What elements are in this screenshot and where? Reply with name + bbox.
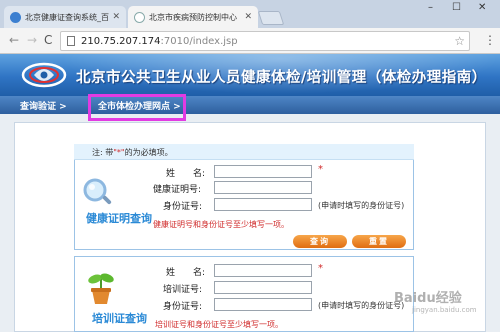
baidu-watermark: Baidu经验 [394, 291, 462, 306]
page-favicon-icon [134, 11, 145, 23]
training-query-title: 培训证查询 [92, 312, 147, 325]
url-path: :7010/index.jsp [160, 35, 238, 47]
site-navbar: 查询验证 > 全市体检办理网点 > [0, 96, 500, 114]
training-id-input[interactable] [214, 298, 312, 311]
browser-toolbar: ← → C 210.75.207.174:7010/index.jsp ☆ ⋮ [0, 28, 500, 54]
training-id-label: 身份证号: [163, 302, 203, 312]
name-label: 姓 名: [166, 169, 206, 179]
note-mark: "*" [113, 148, 125, 157]
tab-cdc[interactable]: 北京市疾病预防控制中心 ✕ [128, 6, 258, 28]
tab-close-icon[interactable]: ✕ [244, 12, 252, 22]
bookmark-star-icon[interactable]: ☆ [454, 34, 465, 48]
training-name-label: 姓 名: [166, 268, 206, 278]
health-query-title: 健康证明查询 [86, 212, 152, 225]
training-cert-label: 培训证号: [163, 285, 203, 295]
training-query-warning: 培训证号和身份证号至少填写一项。 [155, 320, 283, 329]
id-number-hint: (申请时填写的身份证号) [318, 201, 405, 210]
sprout-pot-icon [88, 273, 114, 304]
annotation-highlight-box [88, 94, 186, 121]
name-input[interactable] [214, 165, 312, 178]
cdc-logo-icon [21, 62, 67, 88]
site-title: 北京市公共卫生从业人员健康体检/培训管理（体检办理指南） [76, 69, 487, 86]
note-prefix: 注: 带 [92, 148, 114, 157]
query-button[interactable]: 查询 [293, 235, 347, 248]
health-cert-label: 健康证明号: [153, 185, 202, 195]
browser-titlebar: 北京健康证查询系统_百度 ✕ 北京市疾病预防控制中心 ✕ – ☐ ✕ [0, 0, 500, 28]
baidu-favicon-icon [10, 11, 21, 23]
minimize-icon[interactable]: – [428, 2, 433, 13]
page-info-icon[interactable] [67, 36, 75, 46]
maximize-icon[interactable]: ☐ [452, 2, 461, 13]
training-id-hint: (申请时填写的身份证号) [318, 301, 405, 310]
health-cert-input[interactable] [214, 181, 312, 194]
health-query-warning: 健康证明号和身份证号至少填写一项。 [153, 220, 289, 229]
reset-button[interactable]: 重置 [352, 235, 406, 248]
magnifier-icon [83, 178, 112, 205]
id-number-input[interactable] [214, 198, 312, 211]
address-bar[interactable]: 210.75.207.174:7010/index.jsp ☆ [60, 31, 470, 51]
forward-arrow-icon[interactable]: → [27, 33, 37, 47]
tab-label: 北京健康证查询系统_百度 [25, 12, 110, 22]
required-star: * [318, 164, 323, 175]
tab-close-icon[interactable]: ✕ [112, 12, 120, 22]
new-tab-button[interactable] [257, 11, 285, 25]
baidu-watermark-url: jingyan.baidu.com [412, 306, 477, 314]
url-host: 210.75.207.174 [81, 35, 161, 47]
tab-baidu-search[interactable]: 北京健康证查询系统_百度 ✕ [4, 6, 126, 28]
window-close-icon[interactable]: ✕ [478, 2, 486, 13]
note-suffix: 的为必填项。 [124, 148, 173, 157]
id-number-label: 身份证号: [163, 202, 203, 212]
training-cert-input[interactable] [214, 281, 312, 294]
nav-query-verify[interactable]: 查询验证 > [20, 99, 67, 112]
reload-icon[interactable]: C [44, 33, 52, 47]
required-star: * [318, 263, 323, 274]
tab-label: 北京市疾病预防控制中心 [149, 12, 237, 22]
browser-menu-icon[interactable]: ⋮ [484, 33, 496, 47]
required-note: 注: 带"*"的为必填项。 [74, 144, 414, 160]
training-name-input[interactable] [214, 264, 312, 277]
back-arrow-icon[interactable]: ← [9, 33, 19, 47]
